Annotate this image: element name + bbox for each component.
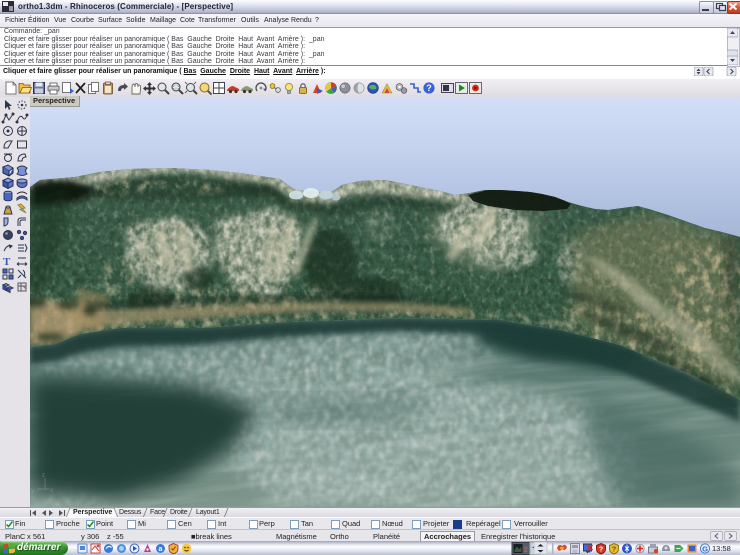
svg-text:?: ?: [612, 547, 616, 554]
svg-text:z: z: [42, 473, 45, 479]
svg-text:G: G: [702, 545, 708, 554]
svg-text:2: 2: [524, 547, 528, 554]
svg-text:?: ?: [426, 83, 432, 93]
svg-text:x: x: [50, 488, 53, 494]
svg-text:a: a: [159, 546, 163, 553]
svg-text:T: T: [3, 256, 11, 268]
svg-text:?: ?: [599, 547, 603, 554]
svg-text:y: y: [31, 488, 34, 494]
